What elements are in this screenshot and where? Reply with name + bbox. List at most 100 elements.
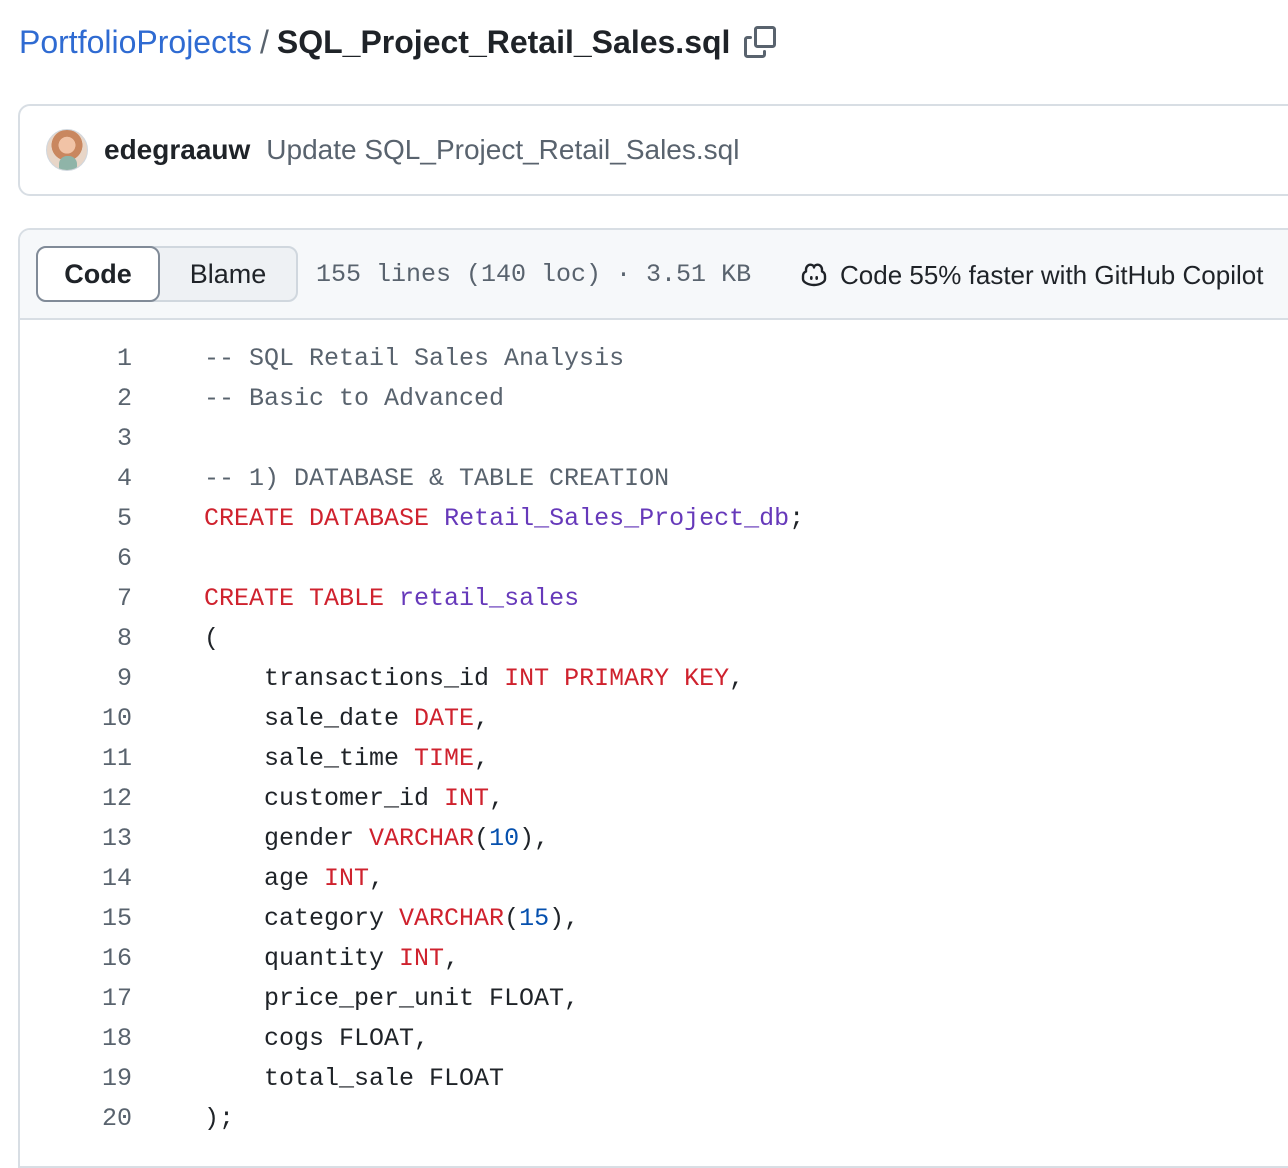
line-number[interactable]: 2 — [20, 384, 132, 413]
file-viewer: Code Blame 155 lines (140 loc) · 3.51 KB… — [18, 228, 1288, 1168]
code-line: 14 age INT, — [20, 858, 1288, 898]
code-token: -- 1) DATABASE & TABLE CREATION — [204, 463, 670, 493]
line-source: ( — [204, 624, 219, 653]
line-number[interactable]: 16 — [20, 944, 132, 973]
latest-commit-bar: edegraauw Update SQL_Project_Retail_Sale… — [18, 104, 1288, 196]
code-token: age — [204, 863, 325, 893]
code-token: TIME — [414, 743, 475, 773]
code-tab[interactable]: Code — [36, 246, 160, 302]
line-source: sale_date DATE, — [204, 704, 489, 733]
code-line: 20); — [20, 1098, 1288, 1138]
code-token: ( — [474, 823, 490, 853]
code-token: ); — [204, 1103, 235, 1133]
code-token: , — [474, 703, 490, 733]
code-token: gender — [204, 823, 370, 853]
code-line: 9 transactions_id INT PRIMARY KEY, — [20, 658, 1288, 698]
copilot-promo-label: Code 55% faster with GitHub Copilot — [840, 259, 1264, 290]
code-line: 1 -- SQL Retail Sales Analysis — [20, 338, 1288, 378]
code-token: sale_time — [204, 743, 415, 773]
code-token: , — [444, 943, 460, 973]
code-token: sale_date — [204, 703, 415, 733]
line-source: ); — [204, 1104, 234, 1133]
breadcrumb-separator: / — [259, 23, 269, 60]
line-source: -- Basic to Advanced — [204, 384, 504, 413]
line-number[interactable]: 3 — [20, 424, 132, 453]
code-line: 16 quantity INT, — [20, 938, 1288, 978]
code-token: retail_sales — [399, 583, 580, 613]
code-token: ; — [789, 503, 805, 533]
code-token: category — [204, 903, 400, 933]
code-line: 5 CREATE DATABASE Retail_Sales_Project_db… — [20, 498, 1288, 538]
code-line: 18 cogs FLOAT, — [20, 1018, 1288, 1058]
line-number[interactable]: 15 — [20, 904, 132, 933]
breadcrumb: PortfolioProjects / SQL_Project_Retail_S… — [19, 20, 778, 64]
code-line: 17 price_per_unit FLOAT, — [20, 978, 1288, 1018]
commit-author[interactable]: edegraauw — [104, 134, 250, 166]
code-line: 13 gender VARCHAR(10), — [20, 818, 1288, 858]
line-source: customer_id INT, — [204, 784, 504, 813]
copy-icon — [744, 26, 777, 58]
line-number[interactable]: 1 — [20, 344, 132, 373]
code-token: Retail_Sales_Project_db — [444, 503, 790, 533]
line-number[interactable]: 12 — [20, 784, 132, 813]
copy-path-button[interactable] — [742, 24, 778, 60]
code-line: 2 -- Basic to Advanced — [20, 378, 1288, 418]
commit-message[interactable]: Update SQL_Project_Retail_Sales.sql — [266, 134, 739, 166]
copilot-promo-button[interactable]: Code 55% faster with GitHub Copilot — [798, 230, 1263, 320]
line-number[interactable]: 11 — [20, 744, 132, 773]
code-token: , — [729, 663, 745, 693]
code-token: CREATE DATABASE — [204, 503, 430, 533]
line-source: gender VARCHAR(10), — [204, 824, 549, 853]
code-token: CREATE TABLE — [204, 583, 385, 613]
code-line: 15 category VARCHAR(15), — [20, 898, 1288, 938]
line-number[interactable]: 7 — [20, 584, 132, 613]
line-source: CREATE DATABASE Retail_Sales_Project_db; — [204, 504, 804, 533]
line-source: age INT, — [204, 864, 384, 893]
code-token: INT — [399, 943, 445, 973]
code-line: 12 customer_id INT, — [20, 778, 1288, 818]
line-source: quantity INT, — [204, 944, 459, 973]
code-token: , — [489, 783, 505, 813]
code-token: INT — [324, 863, 370, 893]
code-line: 19 total_sale FLOAT — [20, 1058, 1288, 1098]
line-number[interactable]: 13 — [20, 824, 132, 853]
line-source: price_per_unit FLOAT, — [204, 984, 579, 1013]
code-token: ), — [519, 823, 550, 853]
line-source: CREATE TABLE retail_sales — [204, 584, 579, 613]
code-token: DATE — [414, 703, 475, 733]
file-header: Code Blame 155 lines (140 loc) · 3.51 KB… — [20, 230, 1288, 320]
line-number[interactable]: 19 — [20, 1064, 132, 1093]
code-listing: 1 -- SQL Retail Sales Analysis 2 -- Basic t… — [20, 320, 1288, 1138]
code-token: 10 — [489, 823, 520, 853]
line-number[interactable]: 10 — [20, 704, 132, 733]
line-number[interactable]: 20 — [20, 1104, 132, 1133]
code-token: VARCHAR — [399, 903, 505, 933]
line-source: -- 1) DATABASE & TABLE CREATION — [204, 464, 669, 493]
line-number[interactable]: 4 — [20, 464, 132, 493]
code-token: price_per_unit FLOAT, — [204, 983, 580, 1013]
code-line: 3 — [20, 418, 1288, 458]
code-token: ), — [549, 903, 580, 933]
code-line: 11 sale_time TIME, — [20, 738, 1288, 778]
view-toggle: Code Blame — [36, 246, 298, 302]
code-line: 4 -- 1) DATABASE & TABLE CREATION — [20, 458, 1288, 498]
line-source: transactions_id INT PRIMARY KEY, — [204, 664, 744, 693]
line-number[interactable]: 17 — [20, 984, 132, 1013]
line-number[interactable]: 18 — [20, 1024, 132, 1053]
line-number[interactable]: 8 — [20, 624, 132, 653]
line-number[interactable]: 6 — [20, 544, 132, 573]
line-source: sale_time TIME, — [204, 744, 489, 773]
line-number[interactable]: 5 — [20, 504, 132, 533]
code-token: total_sale FLOAT — [204, 1063, 505, 1093]
repo-link[interactable]: PortfolioProjects — [19, 24, 252, 61]
code-token: ( — [204, 623, 220, 653]
line-number[interactable]: 9 — [20, 664, 132, 693]
line-number[interactable]: 14 — [20, 864, 132, 893]
code-token: customer_id — [204, 783, 445, 813]
blame-tab[interactable]: Blame — [160, 246, 296, 302]
code-token: VARCHAR — [369, 823, 475, 853]
code-token: cogs FLOAT, — [204, 1023, 430, 1053]
code-line: 10 sale_date DATE, — [20, 698, 1288, 738]
avatar[interactable] — [46, 129, 88, 171]
